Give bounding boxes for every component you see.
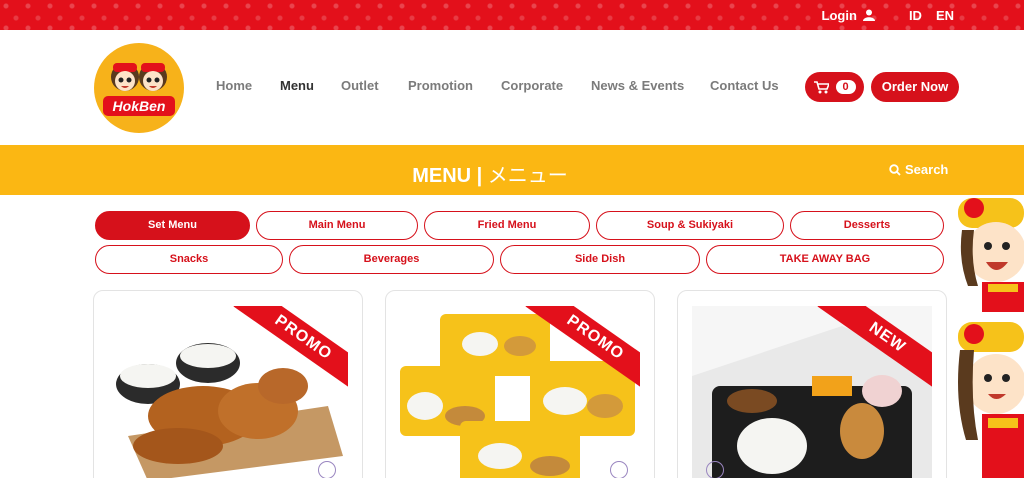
category-soup-sukiyaki[interactable]: Soup & Sukiyaki xyxy=(596,211,784,240)
cart-button[interactable]: 0 xyxy=(805,72,864,102)
nav-home[interactable]: Home xyxy=(216,78,252,93)
category-fried-menu[interactable]: Fried Menu xyxy=(424,211,590,240)
category-desserts[interactable]: Desserts xyxy=(790,211,944,240)
menu-card[interactable]: NEW xyxy=(677,290,947,478)
lang-en-link[interactable]: EN xyxy=(936,8,954,23)
mascot-faces-icon xyxy=(111,63,167,91)
login-link[interactable]: Login xyxy=(822,8,875,23)
category-take-away-bag[interactable]: TAKE AWAY BAG xyxy=(706,245,944,274)
halal-icon xyxy=(706,461,724,478)
nav-corporate[interactable]: Corporate xyxy=(501,78,563,93)
menu-title: MENU xyxy=(412,165,472,187)
menu-card[interactable]: PROMO xyxy=(385,290,655,478)
lang-id-link[interactable]: ID xyxy=(909,8,922,23)
login-label: Login xyxy=(821,7,857,23)
order-now-button[interactable]: Order Now xyxy=(871,72,959,102)
category-set-menu[interactable]: Set Menu xyxy=(95,211,250,240)
page-title: MENU | メニュー xyxy=(0,159,980,188)
menu-card-image: NEW xyxy=(692,306,932,478)
menu-card-image: PROMO xyxy=(400,306,640,478)
nav-promotion[interactable]: Promotion xyxy=(408,78,473,93)
top-bar: Login ID EN xyxy=(0,0,1024,30)
user-icon xyxy=(862,9,875,21)
nav-contact-us[interactable]: Contact Us xyxy=(710,78,779,93)
menu-title-jp: メニュー xyxy=(487,165,568,187)
search-label: Search xyxy=(905,162,949,177)
menu-card-image: PROMO xyxy=(108,306,348,478)
category-snacks[interactable]: Snacks xyxy=(95,245,283,274)
search-link[interactable]: Search xyxy=(889,162,948,177)
halal-icon xyxy=(610,461,628,478)
category-side-dish[interactable]: Side Dish xyxy=(500,245,700,274)
menu-card[interactable]: PROMO xyxy=(93,290,363,478)
search-icon xyxy=(889,163,901,176)
floating-mascot-widget[interactable] xyxy=(952,190,1024,478)
nav-news-events[interactable]: News & Events xyxy=(591,78,684,93)
halal-icon xyxy=(318,461,336,478)
cart-icon xyxy=(813,80,829,93)
mascot-icon xyxy=(958,198,1024,478)
hokben-logo[interactable]: HokBen xyxy=(94,43,184,133)
menu-banner: MENU | メニュー Search xyxy=(0,145,1024,195)
category-main-menu[interactable]: Main Menu xyxy=(256,211,418,240)
title-separator: | xyxy=(471,165,488,187)
nav-outlet[interactable]: Outlet xyxy=(341,78,379,93)
nav-menu[interactable]: Menu xyxy=(280,78,314,93)
cart-count-badge: 0 xyxy=(835,80,856,94)
logo-text: HokBen xyxy=(103,96,175,116)
category-beverages[interactable]: Beverages xyxy=(289,245,494,274)
